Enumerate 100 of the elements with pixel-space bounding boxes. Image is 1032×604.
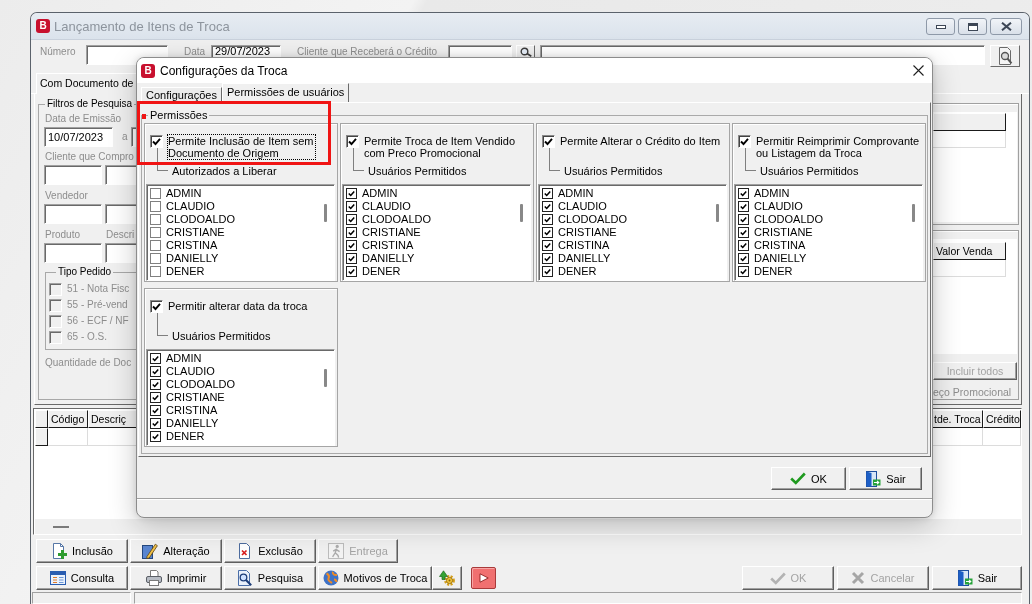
scrollbar-thumb[interactable] (716, 204, 719, 222)
user-name[interactable]: CLODOALDO (754, 213, 824, 226)
maximize-button[interactable] (958, 18, 987, 35)
user-name[interactable]: DENER (362, 265, 401, 278)
checkbox[interactable] (150, 366, 161, 377)
user-name[interactable]: CLAUDIO (166, 200, 215, 213)
checkbox[interactable] (738, 253, 749, 264)
user-name[interactable]: CLODOALDO (166, 378, 236, 391)
checkbox[interactable] (542, 266, 553, 277)
tools-button[interactable] (432, 566, 462, 590)
permission-label[interactable]: Permite Inclusão de Item sem Documento de Origem (168, 135, 315, 159)
user-name[interactable]: CLODOALDO (362, 213, 432, 226)
scrollbar-thumb[interactable] (912, 204, 915, 222)
checkbox[interactable] (346, 214, 357, 225)
input-field[interactable] (44, 165, 102, 185)
user-name[interactable]: CLAUDIO (754, 200, 803, 213)
checkbox[interactable] (150, 418, 161, 429)
checkbox[interactable] (738, 188, 749, 199)
user-name[interactable]: DENER (558, 265, 597, 278)
user-name[interactable]: ADMIN (166, 352, 202, 365)
checkbox[interactable] (150, 253, 161, 264)
checkbox[interactable] (738, 201, 749, 212)
query-button[interactable]: Consulta (36, 566, 128, 590)
user-name[interactable]: CRISTIANE (166, 391, 225, 404)
user-list[interactable]: ADMIN CLAUDIO CLODOALDO CRISTIANE CRISTINA DANIELLY DENER (734, 184, 923, 281)
checkbox[interactable] (150, 266, 161, 277)
reasons-button[interactable]: Motivos de Troca (318, 566, 432, 590)
checkbox[interactable] (150, 240, 161, 251)
input-field[interactable] (105, 165, 136, 185)
print-button[interactable]: Imprimir (130, 566, 222, 590)
user-name[interactable]: CLAUDIO (558, 200, 607, 213)
checkbox[interactable] (542, 240, 553, 251)
play-button[interactable] (471, 567, 496, 589)
permission-label[interactable]: Permite Alterar o Crédito do Item (560, 135, 722, 147)
user-name[interactable]: CLODOALDO (166, 213, 236, 226)
edit-button[interactable]: Alteração (130, 539, 222, 563)
checkbox[interactable] (150, 405, 161, 416)
user-name[interactable]: CRISTINA (362, 239, 414, 252)
checkbox[interactable] (150, 353, 161, 364)
lookup-button[interactable] (516, 45, 535, 57)
scrollbar-thumb[interactable] (324, 369, 327, 387)
exit-button[interactable]: Sair (932, 566, 1022, 590)
search-button[interactable] (990, 45, 1020, 67)
user-name[interactable]: DANIELLY (166, 252, 219, 265)
input-field[interactable] (448, 45, 512, 57)
resize-grip[interactable] (53, 525, 69, 528)
checkbox[interactable] (150, 392, 161, 403)
delete-button[interactable]: Exclusão (224, 539, 316, 563)
user-list[interactable]: ADMIN CLAUDIO CLODOALDO CRISTIANE CRISTINA DANIELLY DENER (538, 184, 727, 281)
user-name[interactable]: CRISTIANE (362, 226, 421, 239)
user-name[interactable]: CLODOALDO (558, 213, 628, 226)
input-field[interactable] (44, 243, 102, 263)
checkbox[interactable] (150, 135, 163, 148)
user-name[interactable]: CRISTINA (754, 239, 806, 252)
user-name[interactable]: DANIELLY (362, 252, 415, 265)
user-name[interactable]: ADMIN (166, 187, 202, 200)
checkbox[interactable] (150, 431, 161, 442)
checkbox[interactable] (346, 188, 357, 199)
user-name[interactable]: DANIELLY (558, 252, 611, 265)
user-list[interactable]: ADMIN CLAUDIO CLODOALDO CRISTIANE CRISTINA DANIELLY DENER (342, 184, 531, 281)
user-name[interactable]: DENER (166, 265, 205, 278)
user-name[interactable]: CRISTIANE (754, 226, 813, 239)
checkbox[interactable] (346, 266, 357, 277)
include-button[interactable]: Inclusão (36, 539, 128, 563)
user-name[interactable]: DENER (754, 265, 793, 278)
minimize-button[interactable] (926, 18, 955, 35)
checkbox[interactable] (542, 227, 553, 238)
user-name[interactable]: CRISTIANE (166, 226, 225, 239)
user-name[interactable]: ADMIN (754, 187, 790, 200)
checkbox[interactable] (150, 300, 163, 313)
checkbox[interactable] (346, 135, 359, 148)
permission-label[interactable]: Permite Troca de Item Vendido com Preco Promocional (364, 135, 517, 159)
user-name[interactable]: DANIELLY (754, 252, 807, 265)
checkbox[interactable] (150, 188, 161, 199)
scrollbar-thumb[interactable] (520, 204, 523, 222)
ok-button[interactable]: OK (771, 467, 846, 490)
checkbox[interactable] (738, 227, 749, 238)
user-name[interactable]: DENER (166, 430, 205, 443)
user-name[interactable]: CRISTINA (166, 404, 218, 417)
checkbox[interactable] (542, 214, 553, 225)
tab[interactable]: Permissões de usuários (221, 83, 350, 102)
close-button[interactable] (990, 18, 1022, 35)
checkbox[interactable] (346, 227, 357, 238)
input-field[interactable] (105, 243, 136, 263)
search-button[interactable]: Pesquisa (224, 566, 316, 590)
checkbox[interactable] (346, 240, 357, 251)
input-field[interactable] (44, 204, 102, 224)
user-name[interactable]: DANIELLY (166, 417, 219, 430)
checkbox[interactable] (150, 379, 161, 390)
input-field[interactable] (105, 204, 136, 224)
checkbox[interactable] (542, 135, 555, 148)
checkbox[interactable] (738, 135, 751, 148)
checkbox[interactable] (150, 214, 161, 225)
user-name[interactable]: CLAUDIO (166, 365, 215, 378)
tab[interactable]: Com Documento de (36, 73, 136, 94)
scrollbar-thumb[interactable] (324, 204, 327, 222)
checkbox[interactable] (738, 214, 749, 225)
user-name[interactable]: ADMIN (362, 187, 398, 200)
checkbox[interactable] (346, 253, 357, 264)
permission-label[interactable]: Permitir Reimprimir Comprovante ou Listagem da Troca (756, 135, 921, 159)
